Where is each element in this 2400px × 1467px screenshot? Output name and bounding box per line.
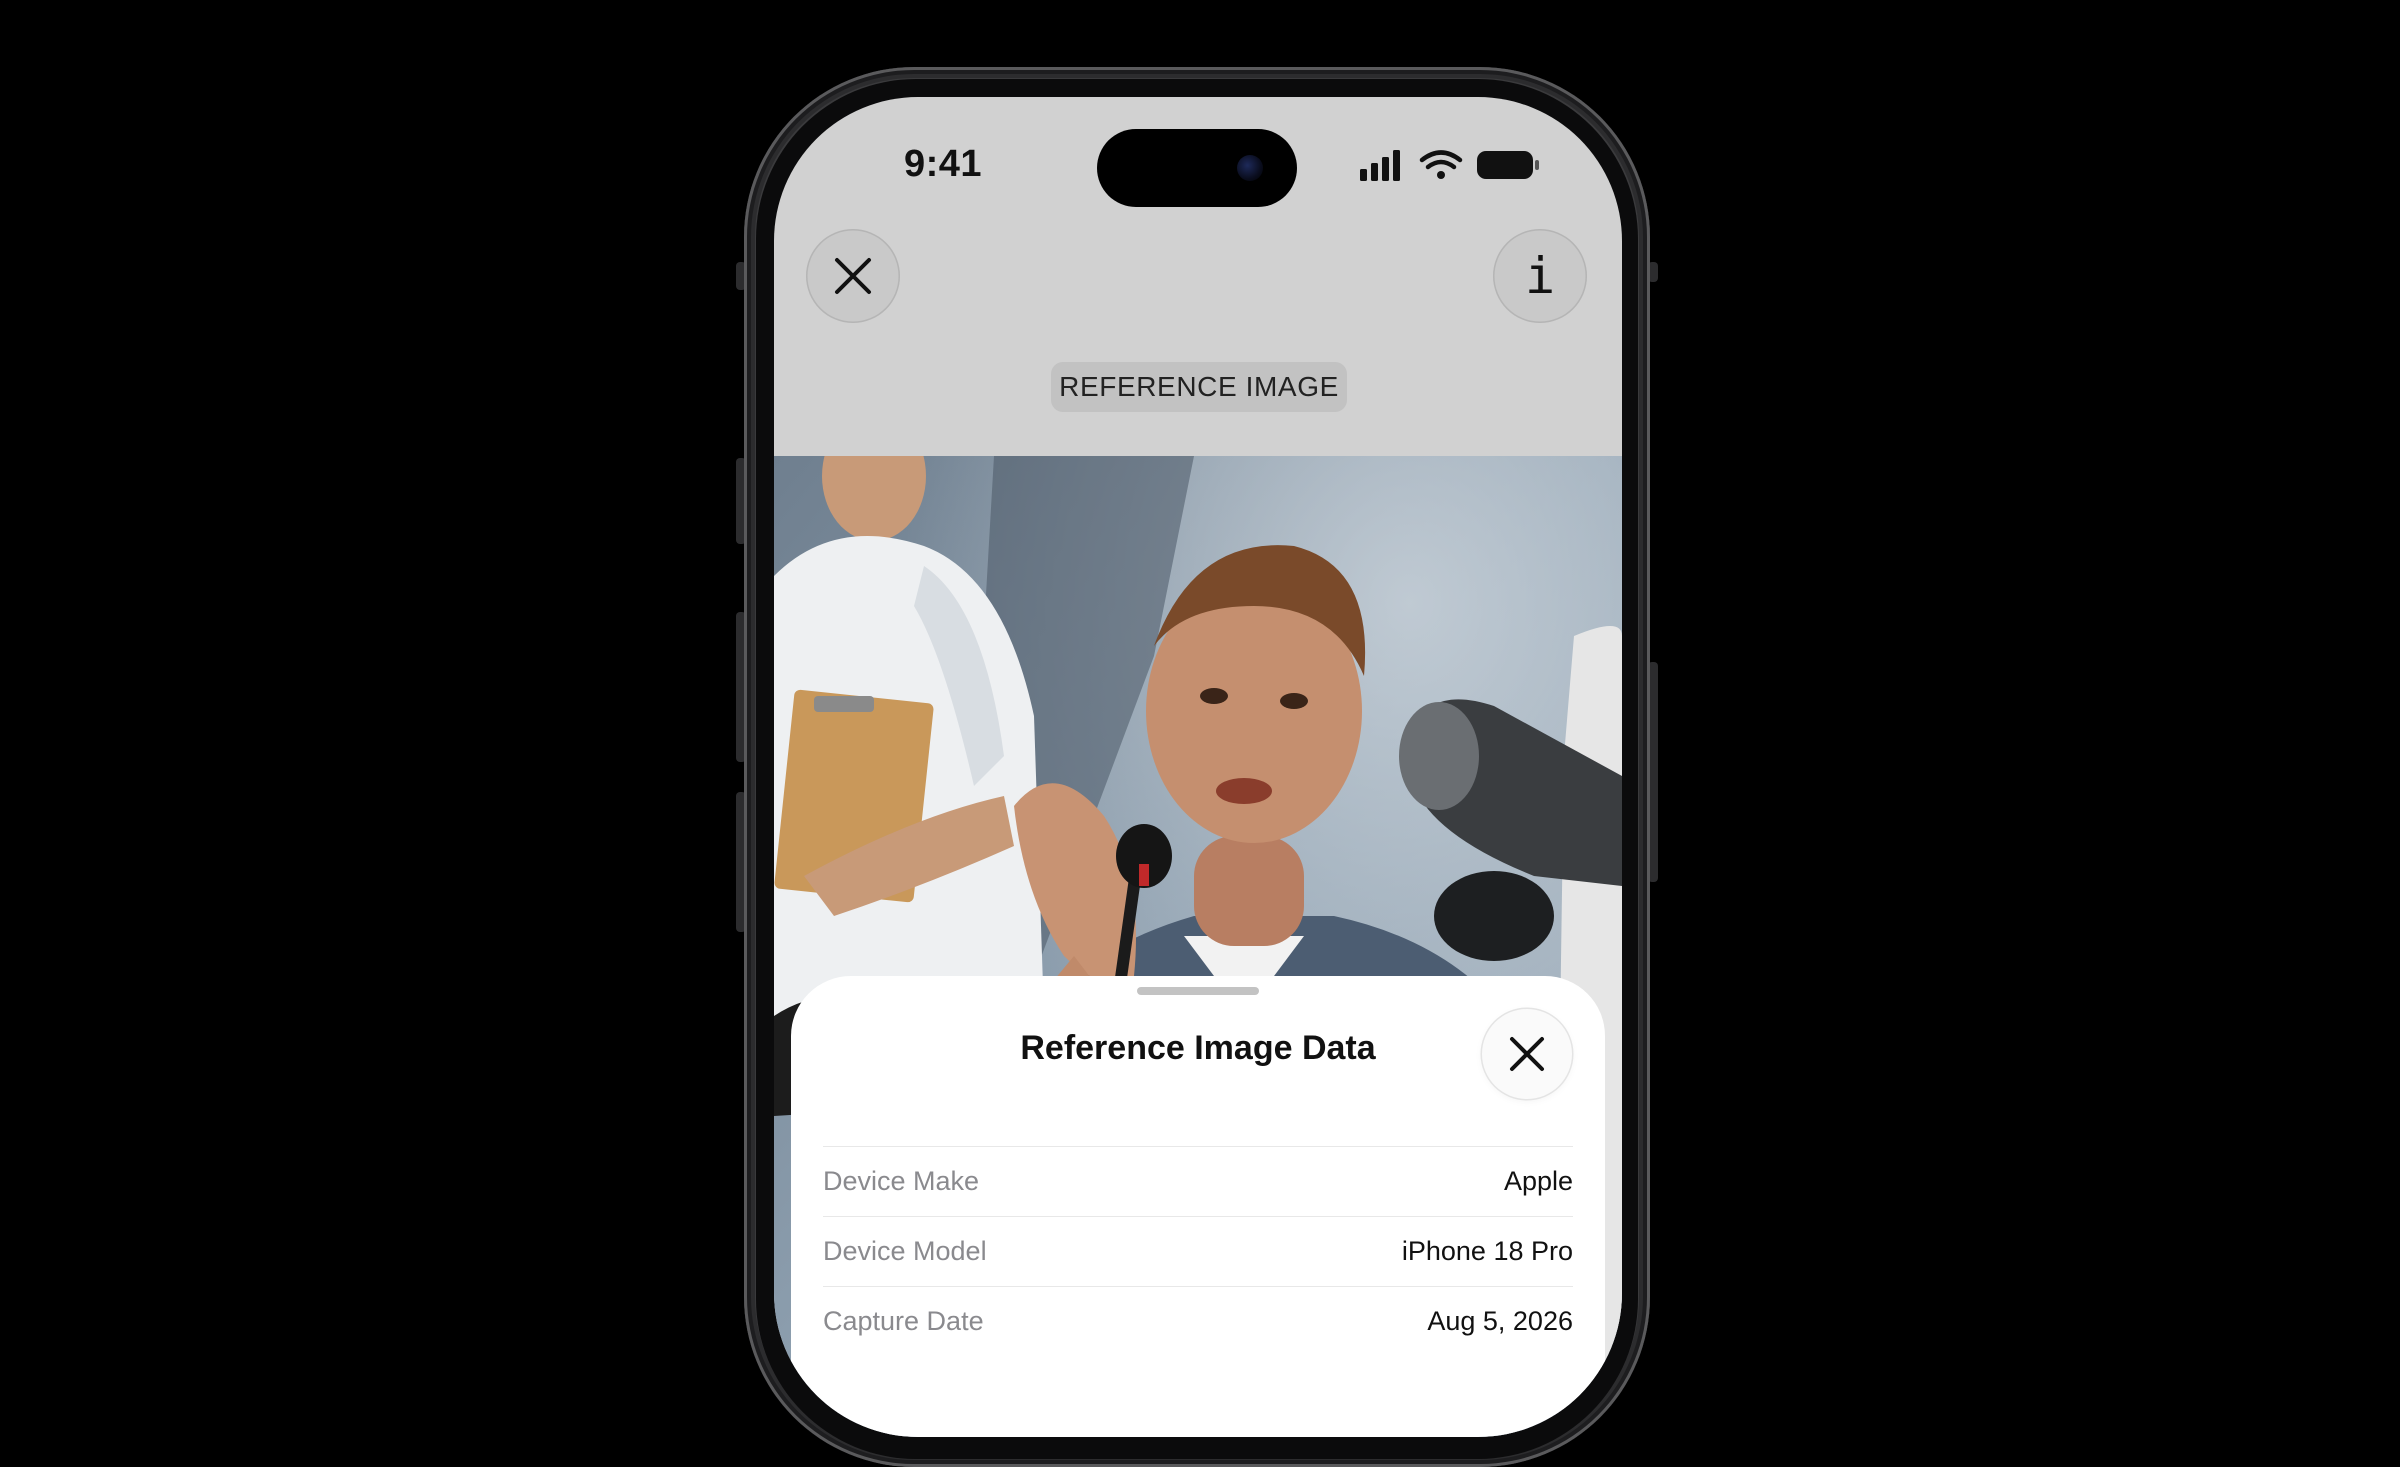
status-time: 9:41 [904, 143, 983, 185]
info-button[interactable]: i [1493, 229, 1587, 323]
close-viewer-button[interactable] [806, 229, 900, 323]
metadata-row-device-make: Device Make Apple [823, 1146, 1573, 1216]
reference-image-data-sheet: Reference Image Data Device Make Apple D… [791, 976, 1605, 1437]
row-value: Aug 5, 2026 [1427, 1306, 1573, 1336]
status-icons [1360, 150, 1539, 181]
sheet-close-button[interactable] [1482, 1009, 1572, 1099]
sheet-grabber[interactable] [1137, 987, 1259, 995]
metadata-row-device-model: Device Model iPhone 18 Pro [823, 1216, 1573, 1286]
metadata-row-capture-date: Capture Date Aug 5, 2026 [823, 1286, 1573, 1356]
battery-icon [1477, 151, 1539, 179]
close-icon [1510, 1037, 1544, 1071]
row-label: Device Model [823, 1236, 987, 1266]
close-icon [835, 258, 871, 294]
front-camera-icon [1237, 155, 1263, 181]
phone-screen: 9:41 i REFERENCE IMAGE Reference Image D… [774, 97, 1622, 1437]
row-value: Apple [1503, 1166, 1573, 1196]
info-icon: i [1524, 247, 1556, 305]
metadata-list: Device Make Apple Device Model iPhone 18… [823, 1146, 1573, 1356]
row-value: iPhone 18 Pro [1401, 1236, 1573, 1266]
cellular-signal-icon [1360, 150, 1400, 181]
dynamic-island [1097, 129, 1297, 207]
row-label: Device Make [823, 1166, 980, 1196]
wifi-icon [1419, 150, 1463, 179]
reference-image-label: REFERENCE IMAGE [1051, 362, 1347, 412]
row-label: Capture Date [823, 1306, 984, 1336]
